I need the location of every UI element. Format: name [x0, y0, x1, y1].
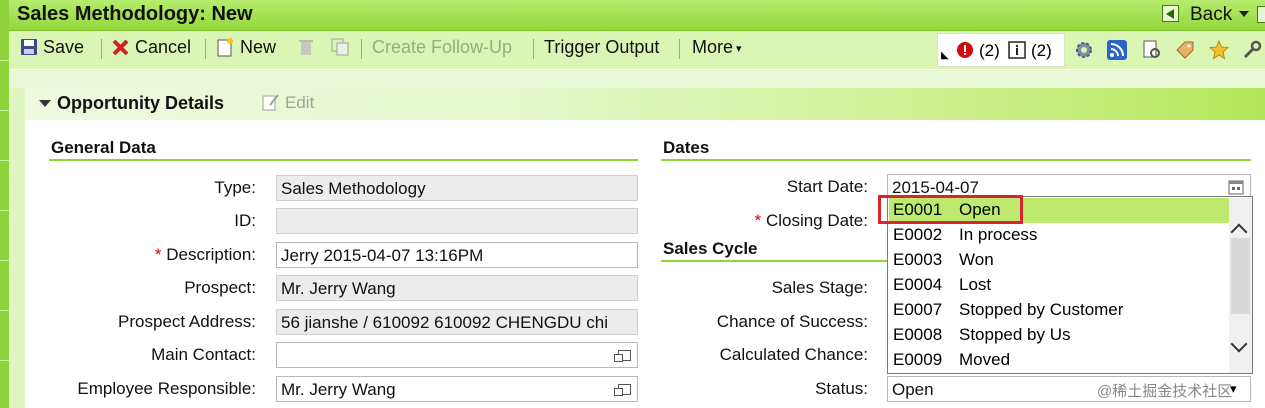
dropdown-scrollbar[interactable] — [1229, 198, 1252, 373]
more-menu-button[interactable]: More — [692, 37, 733, 58]
calendar-icon[interactable] — [1228, 179, 1244, 195]
watermark: @稀土掘金技术社区 — [1097, 383, 1233, 400]
personalize-wrench-icon[interactable] — [1242, 40, 1262, 60]
dropdown-option[interactable]: E0009 Moved — [889, 348, 1229, 373]
status-label: Status: — [815, 379, 868, 398]
id-field — [276, 208, 638, 234]
collapse-triangle-icon[interactable] — [39, 100, 51, 107]
section-divider — [661, 159, 1251, 161]
highlight-callout-box — [878, 195, 1023, 224]
type-field: Sales Methodology — [276, 175, 638, 201]
error-count: (2) — [979, 41, 1000, 60]
dropdown-option[interactable]: E0007 Stopped by Customer — [889, 298, 1229, 323]
closing-date-label: * Closing Date: — [754, 211, 868, 230]
create-follow-up-button[interactable]: Create Follow-Up — [372, 37, 512, 58]
main-contact-label: Main Contact: — [151, 345, 256, 364]
scrollbar-thumb[interactable] — [1231, 238, 1250, 314]
main-contact-input[interactable] — [276, 342, 638, 368]
back-button[interactable]: Back — [1190, 4, 1232, 26]
save-icon — [21, 39, 37, 55]
sales-cycle-title: Sales Cycle — [663, 239, 758, 258]
tag-icon[interactable] — [1175, 40, 1195, 60]
type-label: Type: — [214, 178, 256, 197]
section-divider — [661, 260, 888, 262]
cancel-button[interactable]: Cancel — [135, 37, 191, 58]
prospect-field: Mr. Jerry Wang — [276, 275, 638, 301]
employee-responsible-label: Employee Responsible: — [77, 379, 256, 398]
value-help-icon[interactable] — [614, 350, 631, 362]
general-data-title: General Data — [51, 138, 156, 157]
dropdown-option[interactable]: E0004 Lost — [889, 273, 1229, 298]
info-count: (2) — [1031, 41, 1052, 60]
section-divider — [49, 159, 638, 161]
print-preview-icon[interactable] — [1142, 40, 1162, 60]
error-icon — [957, 42, 973, 58]
info-icon — [1008, 41, 1026, 59]
toolbar-lower-band — [9, 70, 1265, 88]
new-document-icon — [217, 38, 233, 57]
value-help-icon[interactable] — [614, 384, 631, 396]
left-edge-strip — [0, 0, 9, 408]
content-left-gutter — [9, 88, 25, 408]
panel-title: Opportunity Details — [57, 93, 225, 113]
favorite-star-icon[interactable] — [1209, 40, 1229, 60]
back-history-dropdown-icon[interactable] — [1239, 11, 1249, 17]
settings-gear-icon[interactable] — [1074, 40, 1094, 60]
sales-stage-label: Sales Stage: — [771, 278, 868, 297]
window-restore-icon[interactable] — [1257, 6, 1265, 23]
rss-feed-icon[interactable] — [1107, 40, 1127, 60]
delete-icon — [299, 40, 313, 55]
required-marker: * — [154, 245, 167, 264]
description-input[interactable]: Jerry 2015-04-07 13:16PM — [276, 242, 638, 268]
dropdown-option[interactable]: E0008 Stopped by Us — [889, 323, 1229, 348]
prospect-label: Prospect: — [184, 278, 256, 297]
chance-of-success-label: Chance of Success: — [716, 312, 868, 331]
back-arrow-icon[interactable] — [1162, 5, 1179, 22]
dropdown-option[interactable]: E0003 Won — [889, 248, 1229, 273]
copy-icon — [331, 38, 349, 56]
employee-responsible-input[interactable]: Mr. Jerry Wang — [276, 376, 638, 402]
more-dropdown-icon: ▾ — [736, 43, 742, 55]
save-button[interactable]: Save — [43, 37, 84, 58]
dropdown-option[interactable]: E0002 In process — [889, 223, 1229, 248]
prospect-address-label: Prospect Address: — [118, 312, 256, 331]
edit-button[interactable]: Edit — [285, 93, 314, 113]
edit-pencil-icon — [262, 94, 279, 111]
cancel-x-icon — [112, 39, 129, 56]
scroll-down-chevron-icon[interactable] — [1230, 335, 1248, 353]
id-label: ID: — [234, 211, 256, 230]
new-button[interactable]: New — [240, 37, 276, 58]
description-label: * Description: — [154, 245, 256, 264]
dates-title: Dates — [663, 138, 710, 157]
message-summary[interactable]: ◣ (2) (2) — [937, 33, 1065, 67]
prospect-address-field: 56 jianshe / 610092 610092 CHENGDU chi — [276, 309, 638, 335]
required-marker: * — [754, 211, 766, 230]
start-date-label: Start Date: — [786, 177, 868, 196]
corner-marker-icon: ◣ — [941, 50, 949, 61]
page-title: Sales Methodology: New — [17, 3, 253, 25]
calculated-chance-label: Calculated Chance: — [719, 345, 868, 364]
trigger-output-button[interactable]: Trigger Output — [544, 37, 659, 58]
